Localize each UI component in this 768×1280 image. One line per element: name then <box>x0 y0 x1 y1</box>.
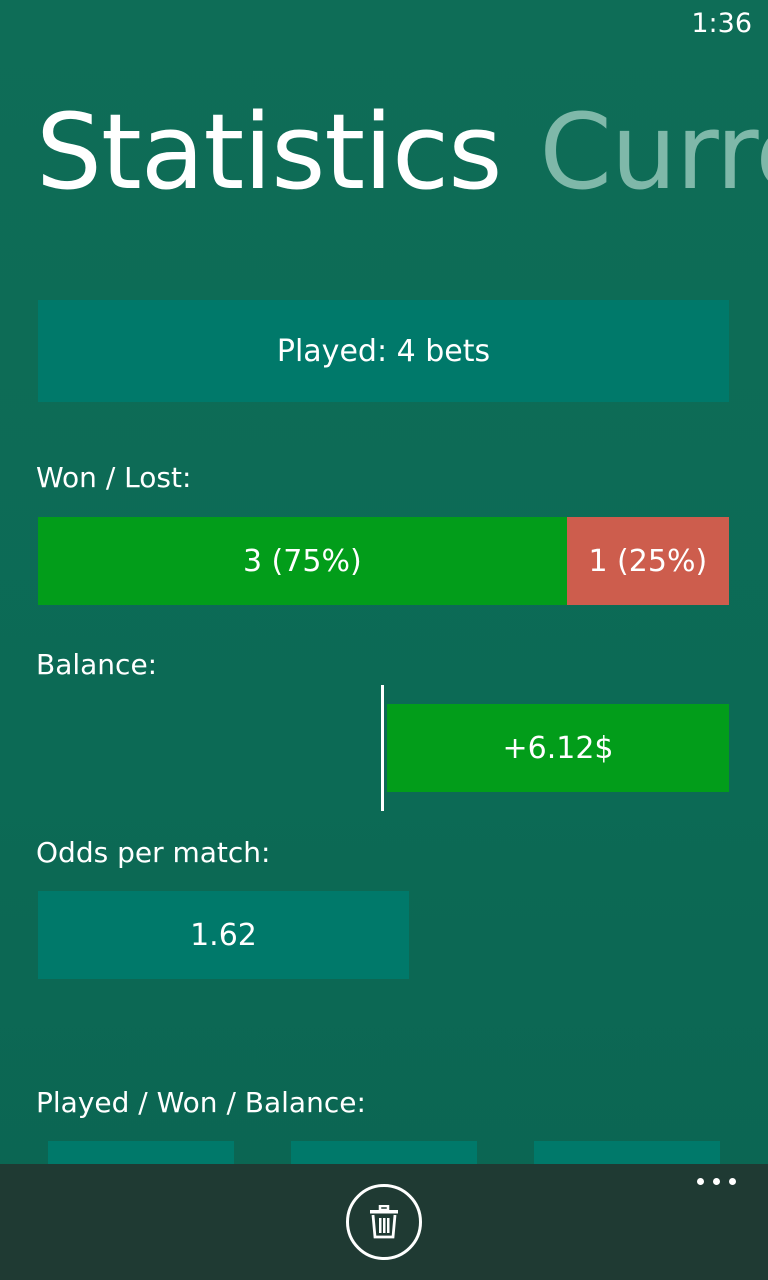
pivot-header[interactable]: Statistics Curre <box>36 92 768 212</box>
trash-icon <box>370 1205 398 1239</box>
won-lost-bar: 3 (75%) 1 (25%) <box>38 517 729 605</box>
played-bets-text: Played: 4 bets <box>276 333 491 369</box>
pivot-item-statistics[interactable]: Statistics <box>36 91 502 213</box>
played-bets-tile: Played: 4 bets <box>38 300 729 402</box>
won-segment: 3 (75%) <box>38 517 567 605</box>
odds-label: Odds per match: <box>36 836 271 869</box>
app-bar <box>0 1164 768 1280</box>
odds-tile: 1.62 <box>38 891 409 979</box>
ellipsis-icon[interactable] <box>697 1178 736 1185</box>
status-bar-time: 1:36 <box>691 8 752 39</box>
balance-value: +6.12$ <box>502 730 614 766</box>
lost-segment: 1 (25%) <box>566 517 729 605</box>
lost-segment-text: 1 (25%) <box>588 543 708 579</box>
balance-bar: +6.12$ <box>387 704 729 792</box>
delete-button[interactable] <box>346 1184 422 1260</box>
balance-label: Balance: <box>36 648 158 681</box>
won-segment-text: 3 (75%) <box>242 543 362 579</box>
pivot-item-next[interactable]: Curre <box>539 91 768 213</box>
odds-value: 1.62 <box>190 917 257 953</box>
won-lost-label: Won / Lost: <box>36 461 192 494</box>
played-won-balance-label: Played / Won / Balance: <box>36 1086 366 1119</box>
balance-zero-axis <box>381 685 384 811</box>
statistics-screen: 1:36 Statistics Curre Played: 4 bets Won … <box>0 0 768 1280</box>
